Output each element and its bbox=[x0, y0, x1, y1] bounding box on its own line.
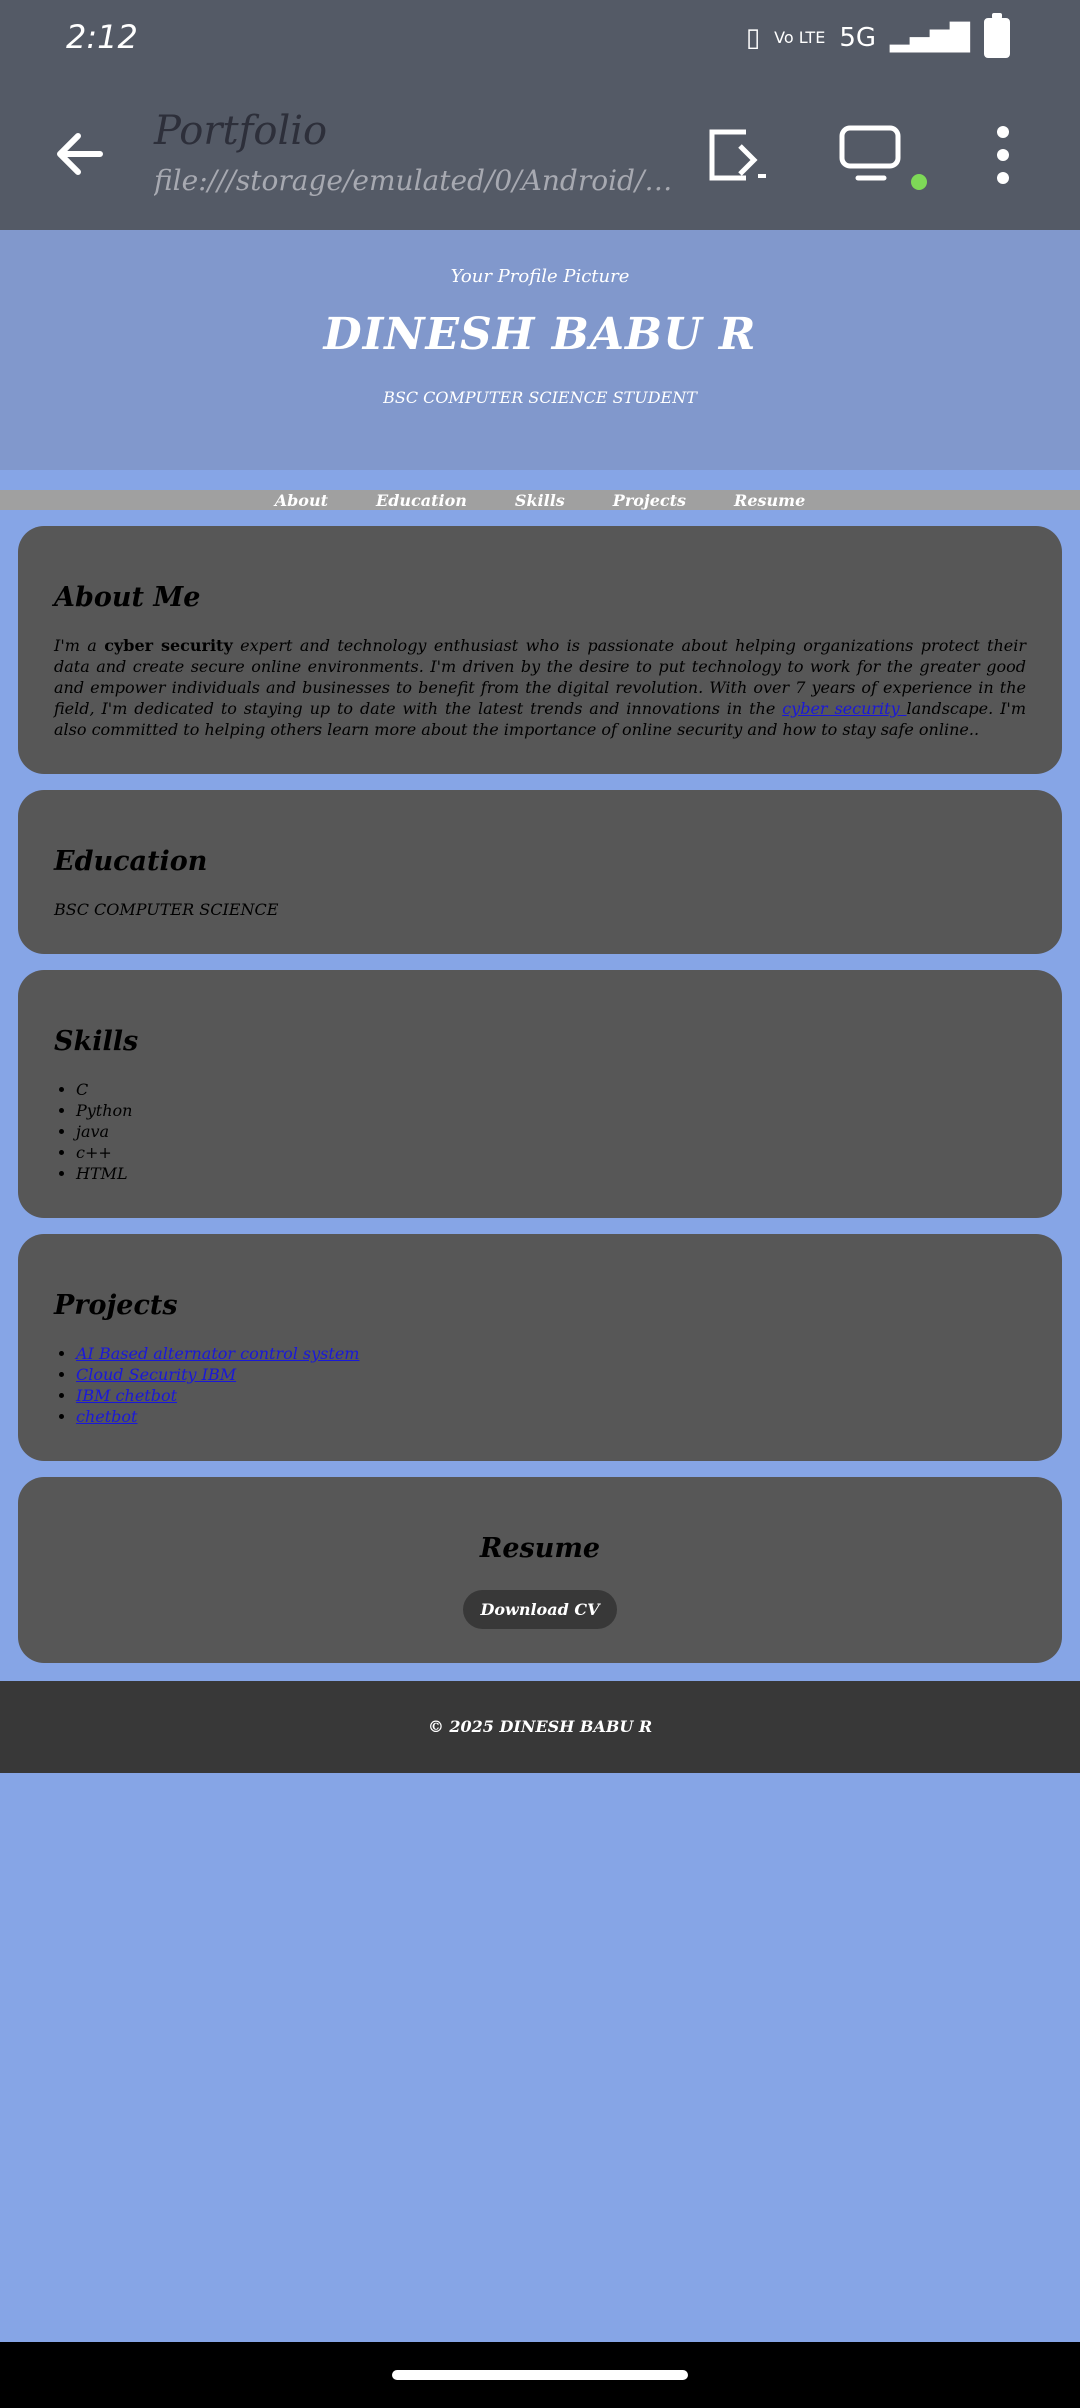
about-text-pre: I'm a bbox=[54, 636, 105, 655]
about-section: About Me I'm a cyber security expert and… bbox=[18, 526, 1062, 774]
status-time: 2:12 bbox=[66, 18, 138, 56]
page-footer: © 2025 DINESH BABU R bbox=[0, 1681, 1080, 1773]
project-link[interactable]: chetbot bbox=[76, 1407, 137, 1426]
footer-text: © 2025 DINESH BABU R bbox=[427, 1717, 653, 1736]
open-external-icon[interactable] bbox=[700, 118, 774, 192]
projects-heading: Projects bbox=[54, 1290, 178, 1321]
project-link[interactable]: IBM chetbot bbox=[76, 1386, 177, 1405]
system-navigation-bar bbox=[0, 2342, 1080, 2408]
signal-icon: ▂▄▆█ bbox=[890, 23, 970, 53]
list-item: Cloud Security IBM bbox=[76, 1364, 1026, 1385]
more-options-icon[interactable] bbox=[966, 118, 1040, 192]
list-item: C bbox=[76, 1079, 1026, 1100]
page-title-area: Portfolio file:///storage/emulated/0/And… bbox=[154, 108, 674, 197]
projects-list: AI Based alternator control system Cloud… bbox=[54, 1343, 1026, 1427]
hero-header: Your Profile Picture DINESH BABU R BSC C… bbox=[0, 230, 1080, 470]
home-indicator[interactable] bbox=[392, 2370, 688, 2380]
nav-projects[interactable]: Projects bbox=[613, 491, 686, 510]
skills-section: Skills C Python java c++ HTML bbox=[18, 970, 1062, 1218]
resume-section: Resume Download CV bbox=[18, 1477, 1062, 1663]
list-item: c++ bbox=[76, 1142, 1026, 1163]
network-label: 5G bbox=[839, 23, 877, 53]
back-arrow-icon[interactable] bbox=[44, 118, 116, 190]
project-link[interactable]: AI Based alternator control system bbox=[76, 1344, 359, 1363]
about-text: I'm a cyber security expert and technolo… bbox=[54, 635, 1026, 740]
list-item: Python bbox=[76, 1100, 1026, 1121]
volte-icon: Vo LTE bbox=[774, 28, 826, 47]
browser-toolbar: Portfolio file:///storage/emulated/0/And… bbox=[0, 78, 1080, 230]
list-item: IBM chetbot bbox=[76, 1385, 1026, 1406]
education-section: Education BSC COMPUTER SCIENCE bbox=[18, 790, 1062, 954]
list-item: HTML bbox=[76, 1163, 1026, 1184]
list-item: java bbox=[76, 1121, 1026, 1142]
resume-heading: Resume bbox=[479, 1533, 601, 1564]
cyber-security-link[interactable]: cyber security bbox=[782, 699, 906, 718]
page-url: file:///storage/emulated/0/Android/d... bbox=[154, 164, 674, 197]
education-text: BSC COMPUTER SCIENCE bbox=[54, 900, 279, 919]
skills-list: C Python java c++ HTML bbox=[54, 1079, 1026, 1184]
status-icons: ▯ Vo LTE 5G ▂▄▆█ bbox=[745, 13, 1010, 58]
site-nav: About Education Skills Projects Resume bbox=[0, 490, 1080, 510]
education-heading: Education bbox=[54, 846, 208, 877]
nav-skills[interactable]: Skills bbox=[515, 491, 565, 510]
nav-resume[interactable]: Resume bbox=[734, 491, 805, 510]
list-item: chetbot bbox=[76, 1406, 1026, 1427]
page-title: Portfolio bbox=[154, 108, 328, 154]
profile-picture: Your Profile Picture bbox=[450, 266, 630, 287]
owner-name: DINESH BABU R bbox=[323, 309, 757, 360]
status-bar: 2:12 ▯ Vo LTE 5G ▂▄▆█ bbox=[0, 0, 1080, 78]
status-dot bbox=[911, 174, 927, 190]
vibrate-icon: ▯ bbox=[745, 23, 761, 53]
list-item: AI Based alternator control system bbox=[76, 1343, 1026, 1364]
nav-education[interactable]: Education bbox=[376, 491, 467, 510]
skills-heading: Skills bbox=[54, 1026, 139, 1057]
web-page: Your Profile Picture DINESH BABU R BSC C… bbox=[0, 230, 1080, 1773]
battery-icon bbox=[984, 13, 1010, 58]
nav-about[interactable]: About bbox=[275, 491, 328, 510]
projects-section: Projects AI Based alternator control sys… bbox=[18, 1234, 1062, 1461]
desktop-icon[interactable] bbox=[834, 118, 908, 192]
project-link[interactable]: Cloud Security IBM bbox=[76, 1365, 236, 1384]
about-heading: About Me bbox=[54, 582, 201, 613]
about-highlight: cyber security bbox=[104, 636, 233, 655]
download-cv-button[interactable]: Download CV bbox=[462, 1590, 618, 1629]
owner-role: BSC COMPUTER SCIENCE STUDENT bbox=[383, 388, 697, 407]
